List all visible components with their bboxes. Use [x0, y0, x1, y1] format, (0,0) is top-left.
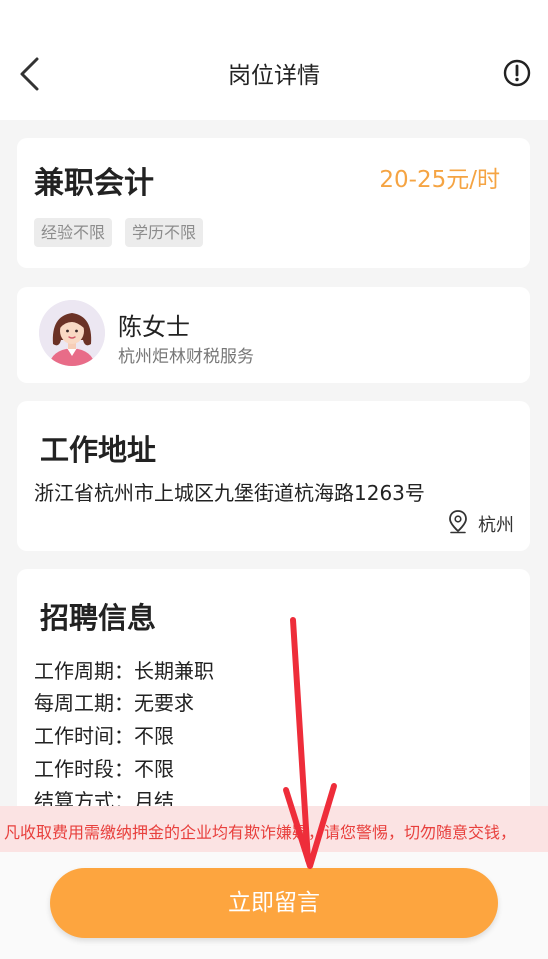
company-name: 杭州炬林财税服务	[118, 347, 254, 367]
contact-card[interactable]: 陈女士 杭州炬林财税服务	[17, 287, 530, 383]
info-value: 不限	[134, 757, 174, 781]
recruitment-heading: 招聘信息	[40, 601, 157, 635]
fraud-warning-text: 凡收取费用需缴纳押金的企业均有欺诈嫌疑，请您警惕，切勿随意交钱，	[4, 823, 517, 842]
tag-education: 学历不限	[125, 218, 204, 247]
recruitment-card: 招聘信息 工作周期：长期兼职 每周工期：无要求 工作时间：不限 工作时段：不限 …	[17, 569, 530, 829]
info-row-weekly: 每周工期：无要求	[34, 687, 194, 716]
avatar	[39, 300, 105, 366]
top-bar: 岗位详情	[0, 0, 548, 120]
fraud-warning-bar: 凡收取费用需缴纳押金的企业均有欺诈嫌疑，请您警惕，切勿随意交钱，	[0, 806, 548, 852]
address-card: 工作地址 浙江省杭州市上城区九堡街道杭海路1263号 杭州	[17, 401, 530, 551]
page-title: 岗位详情	[228, 63, 320, 89]
address-heading: 工作地址	[40, 433, 157, 467]
person-avatar-icon	[39, 300, 105, 366]
location-pin-icon[interactable]	[447, 509, 469, 535]
leave-message-button[interactable]: 立即留言	[50, 868, 498, 938]
info-circle-icon	[503, 59, 531, 87]
info-value: 长期兼职	[134, 659, 214, 683]
info-row-slot: 工作时段：不限	[34, 753, 174, 782]
contact-name: 陈女士	[118, 313, 190, 341]
info-value: 不限	[134, 724, 174, 748]
info-label: 每周工期：	[34, 691, 134, 715]
address-text: 浙江省杭州市上城区九堡街道杭海路1263号	[34, 481, 425, 505]
info-row-period: 工作周期：长期兼职	[34, 655, 214, 684]
info-value: 无要求	[134, 691, 194, 715]
tag-experience: 经验不限	[34, 218, 113, 247]
info-row-time: 工作时间：不限	[34, 720, 174, 749]
salary: 20-25元/时	[379, 167, 500, 193]
info-button[interactable]	[502, 58, 532, 88]
info-label: 工作时间：	[34, 724, 134, 748]
info-label: 工作周期：	[34, 659, 134, 683]
job-card: 兼职会计 20-25元/时 经验不限 学历不限	[17, 138, 530, 268]
job-title: 兼职会计	[34, 166, 154, 201]
info-label: 工作时段：	[34, 757, 134, 781]
city-label: 杭州	[478, 515, 514, 536]
